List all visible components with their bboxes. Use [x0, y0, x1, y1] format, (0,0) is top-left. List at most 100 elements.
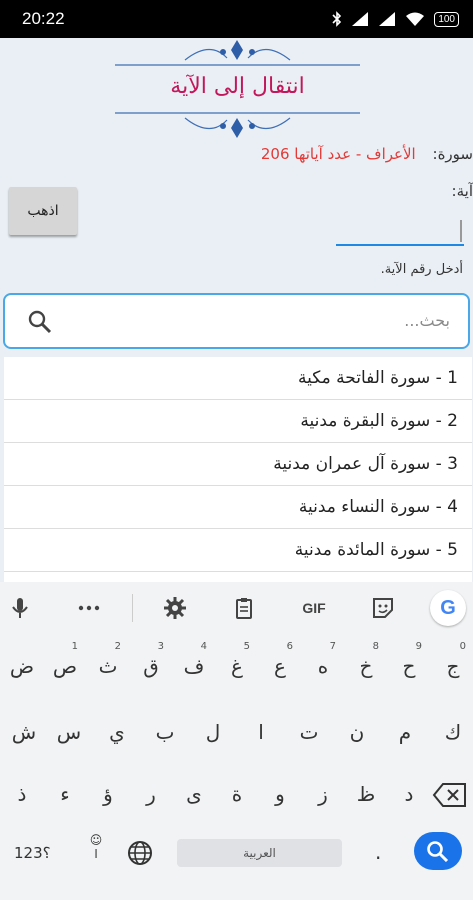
key[interactable]: ه7: [303, 641, 343, 690]
key[interactable]: ل: [193, 708, 233, 756]
status-bar: 20:22 100: [0, 0, 473, 38]
key-number: 2: [114, 641, 121, 652]
key[interactable]: ذ: [2, 770, 42, 818]
bluetooth-icon: [332, 11, 342, 27]
surah-value: الأعراف - عدد آياتها 206: [260, 145, 416, 163]
key-number: 4: [200, 641, 207, 652]
surah-label: سورة:: [432, 145, 473, 163]
key[interactable]: ض: [2, 642, 42, 690]
key-number: 1: [71, 641, 78, 652]
aya-hint: أدخل رقم الآية.: [380, 262, 463, 277]
key-number: 9: [415, 641, 422, 652]
key-char: ص: [52, 654, 78, 678]
key[interactable]: ع6: [260, 641, 300, 690]
key[interactable]: ك: [433, 708, 473, 756]
search-key-icon: [427, 841, 449, 862]
key-char: ع: [274, 654, 286, 678]
key[interactable]: ى: [174, 770, 214, 818]
key-char: ض: [9, 654, 35, 678]
list-item[interactable]: 5 - سورة المائدة مدنية: [4, 529, 472, 572]
backspace-icon[interactable]: [432, 782, 468, 808]
search-placeholder: بحث...: [404, 311, 450, 330]
search-key[interactable]: [414, 832, 462, 870]
list-item[interactable]: 1 - سورة الفاتحة مكية: [4, 357, 472, 400]
wifi-icon: [406, 12, 425, 26]
list-item[interactable]: 3 - سورة آل عمران مدنية: [4, 443, 472, 486]
list-item[interactable]: 2 - سورة البقرة مدنية: [4, 400, 472, 443]
microphone-icon[interactable]: [8, 596, 32, 620]
clipboard-icon[interactable]: [232, 596, 256, 620]
status-icons: 100: [332, 9, 459, 29]
text-cursor: [460, 220, 462, 242]
smile-icon: ☺: [89, 833, 103, 847]
key-char: ه: [317, 654, 329, 678]
key[interactable]: ء: [45, 770, 85, 818]
key[interactable]: ت: [289, 708, 329, 756]
search-icon[interactable]: [27, 309, 53, 335]
key-number: 6: [286, 641, 293, 652]
key[interactable]: ي: [97, 708, 137, 756]
signal-icon: [352, 12, 369, 26]
key[interactable]: ة: [217, 770, 257, 818]
keyboard: GIF G ج0 ح9 خ8 ه7 ع6 غ5 ف4 ق3 ث2 ص1 ض ك …: [0, 582, 473, 900]
key[interactable]: ث2: [88, 641, 128, 690]
key[interactable]: غ5: [217, 641, 257, 690]
key[interactable]: ز: [303, 770, 343, 818]
key-char: ق: [143, 654, 159, 678]
key-number: 8: [372, 641, 379, 652]
key[interactable]: ر: [131, 770, 171, 818]
battery-icon: 100: [434, 11, 459, 27]
sticker-icon[interactable]: [371, 596, 395, 620]
toolbar-divider: [132, 594, 133, 622]
bottom-ornament: [115, 112, 360, 138]
key[interactable]: خ8: [346, 641, 386, 690]
key[interactable]: ش: [4, 708, 44, 756]
search-box[interactable]: بحث...: [3, 293, 470, 349]
key-char: ف: [183, 654, 205, 678]
key-number: 3: [157, 641, 164, 652]
key-char: ح: [402, 654, 416, 678]
symbols-key[interactable]: ؟123: [14, 844, 51, 862]
settings-icon[interactable]: [163, 596, 187, 620]
key[interactable]: ف4: [174, 641, 214, 690]
key-char: خ: [359, 654, 373, 678]
key[interactable]: ا: [241, 708, 281, 756]
gif-button[interactable]: GIF: [292, 596, 336, 620]
dialog-title: انتقال إلى الآية: [170, 74, 305, 99]
period-key[interactable]: .: [375, 840, 381, 864]
key-char: غ: [231, 654, 243, 678]
aya-number-input[interactable]: [336, 214, 464, 246]
key-number: 7: [329, 641, 336, 652]
more-icon[interactable]: [77, 596, 101, 620]
key[interactable]: و: [260, 770, 300, 818]
globe-icon[interactable]: [127, 840, 153, 866]
key[interactable]: ظ: [346, 770, 386, 818]
go-button[interactable]: اذهب: [9, 187, 77, 235]
space-key[interactable]: العربية: [177, 839, 342, 867]
key[interactable]: ق3: [131, 641, 171, 690]
punct-hint: ا: [94, 847, 98, 861]
key-char: ث: [98, 654, 118, 678]
key[interactable]: ص1: [45, 641, 85, 690]
list-item[interactable]: 4 - سورة النساء مدنية: [4, 486, 472, 529]
key[interactable]: ن: [337, 708, 377, 756]
key[interactable]: ج0: [433, 641, 473, 690]
key-number: 0: [459, 641, 466, 652]
key[interactable]: ح9: [389, 641, 429, 690]
signal-icon-2: [379, 12, 396, 26]
key[interactable]: ؤ: [88, 770, 128, 818]
key[interactable]: م: [385, 708, 425, 756]
key[interactable]: س: [49, 708, 89, 756]
top-ornament: [115, 40, 360, 66]
key[interactable]: د: [389, 770, 429, 818]
key-char: ج: [446, 654, 460, 678]
surah-list: 1 - سورة الفاتحة مكية 2 - سورة البقرة مد…: [4, 357, 472, 582]
aya-label: آية:: [451, 182, 473, 200]
keyboard-toolbar: GIF G: [0, 582, 473, 634]
key-number: 5: [243, 641, 250, 652]
key[interactable]: ب: [145, 708, 185, 756]
google-button[interactable]: G: [430, 590, 466, 626]
surah-info: سورة: الأعراف - عدد آياتها 206: [0, 145, 473, 163]
status-time: 20:22: [22, 9, 65, 28]
emoji-key[interactable]: ☺ ا: [86, 834, 106, 862]
